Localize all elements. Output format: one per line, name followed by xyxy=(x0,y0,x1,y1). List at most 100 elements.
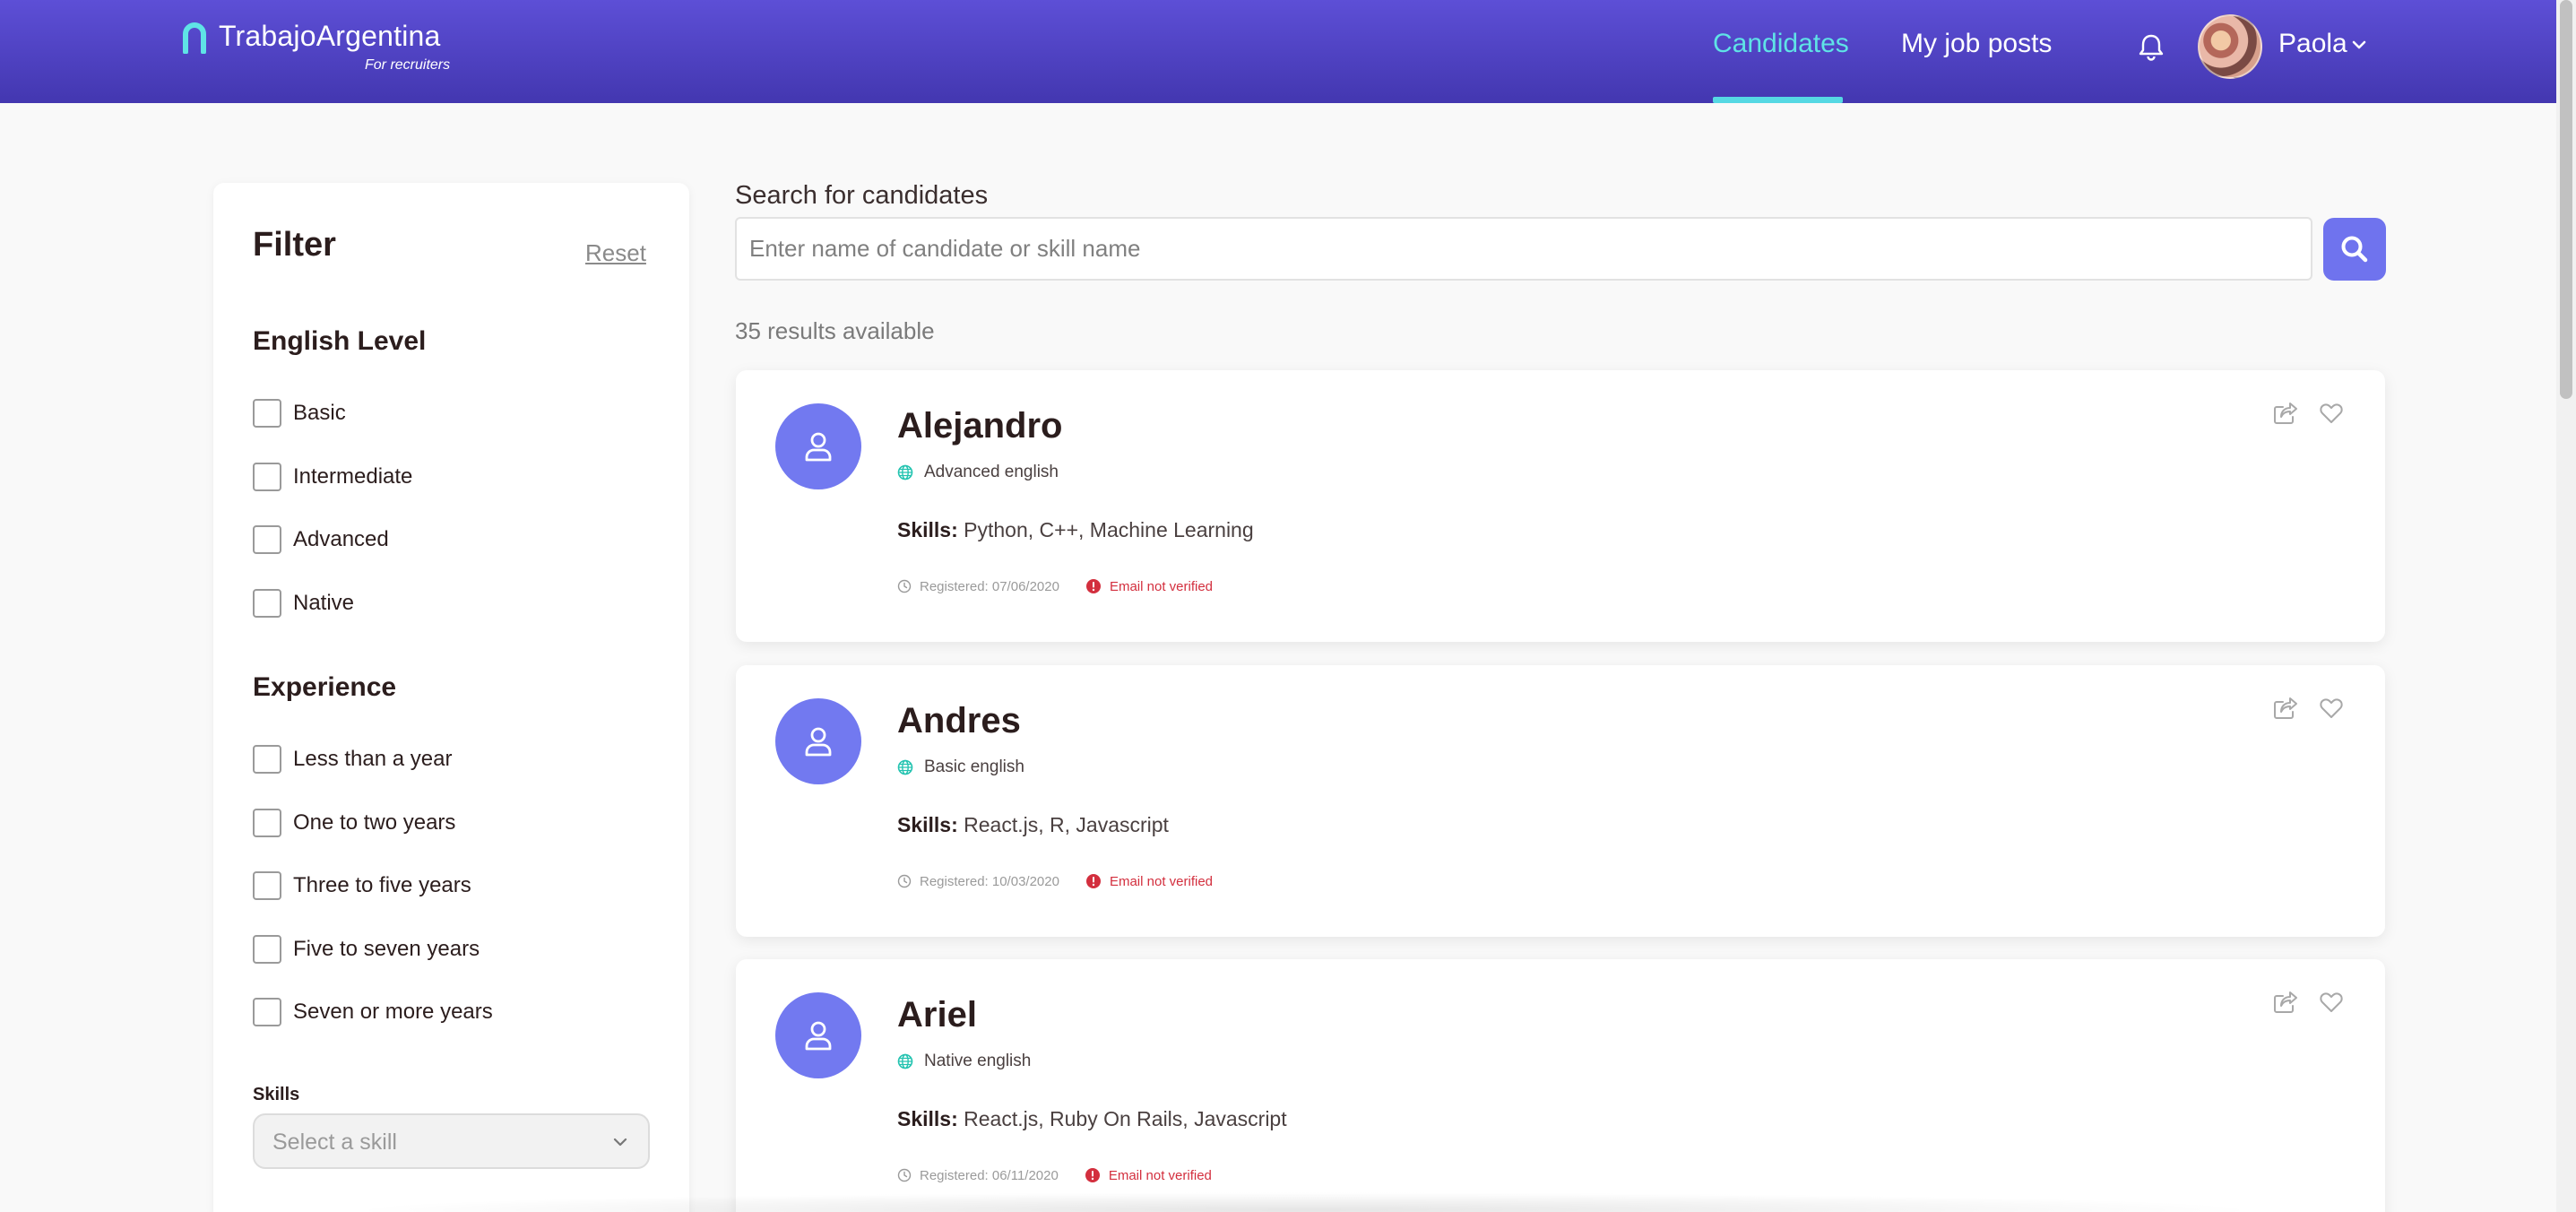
globe-icon xyxy=(897,1053,913,1069)
english-level-text: Basic english xyxy=(924,758,1024,776)
candidate-meta: Registered: 06/11/2020 Email not verifie… xyxy=(897,1165,1212,1185)
candidate-card[interactable]: Alejandro Advanced english Skills: Pytho… xyxy=(736,370,2385,642)
checkbox[interactable] xyxy=(253,745,281,774)
english-option-intermediate[interactable]: Intermediate xyxy=(253,462,412,492)
checkbox-label: Five to seven years xyxy=(293,937,480,961)
heart-icon[interactable] xyxy=(2319,991,2344,1014)
bottom-fade xyxy=(341,1192,2268,1212)
reset-filters-link[interactable]: Reset xyxy=(585,239,646,267)
english-option-basic[interactable]: Basic xyxy=(253,398,346,429)
chevron-down-icon xyxy=(613,1138,627,1147)
search-input[interactable] xyxy=(735,217,2312,281)
checkbox[interactable] xyxy=(253,589,281,618)
nav-candidates[interactable]: Candidates xyxy=(1713,29,1849,59)
checkbox-label: Intermediate xyxy=(293,464,413,489)
skills-label: Skills: xyxy=(897,518,958,541)
checkbox-label: Native xyxy=(293,591,355,615)
checkbox[interactable] xyxy=(253,935,281,964)
candidate-avatar xyxy=(775,403,861,489)
skills-list: Python, C++, Machine Learning xyxy=(964,518,1254,541)
chevron-down-icon[interactable] xyxy=(2350,39,2368,51)
clock-icon xyxy=(897,1168,912,1182)
english-option-native[interactable]: Native xyxy=(253,588,354,619)
nav-active-indicator xyxy=(1713,97,1843,103)
checkbox[interactable] xyxy=(253,809,281,837)
candidate-skills: Skills: React.js, R, Javascript xyxy=(897,813,1169,837)
candidate-name[interactable]: Ariel xyxy=(897,995,977,1035)
heart-icon[interactable] xyxy=(2319,697,2344,720)
skills-label: Skills: xyxy=(897,1107,958,1130)
checkbox[interactable] xyxy=(253,463,281,491)
experience-option-seven-or-more[interactable]: Seven or more years xyxy=(253,997,493,1027)
alert-icon xyxy=(1085,874,1101,888)
top-navigation-bar: TrabajoArgentina For recruiters Candidat… xyxy=(0,0,2556,103)
registered-date: Registered: 06/11/2020 xyxy=(920,1167,1059,1183)
skills-list: React.js, Ruby On Rails, Javascript xyxy=(964,1107,1287,1130)
experience-option-less-than-year[interactable]: Less than a year xyxy=(253,744,452,775)
english-option-advanced[interactable]: Advanced xyxy=(253,524,389,555)
english-level-title: English Level xyxy=(253,326,427,356)
checkbox-label: Advanced xyxy=(293,527,389,551)
checkbox[interactable] xyxy=(253,525,281,554)
search-button[interactable] xyxy=(2323,218,2386,281)
search-label: Search for candidates xyxy=(735,181,989,210)
checkbox[interactable] xyxy=(253,998,281,1026)
checkbox[interactable] xyxy=(253,871,281,900)
user-icon xyxy=(805,432,832,462)
brand-subtitle: For recruiters xyxy=(365,57,451,73)
search-icon xyxy=(2341,236,2368,263)
checkbox-label: Basic xyxy=(293,401,346,425)
checkbox-label: Less than a year xyxy=(293,747,453,771)
candidate-meta: Registered: 10/03/2020 Email not verifie… xyxy=(897,871,1213,891)
checkbox[interactable] xyxy=(253,399,281,428)
skills-select-placeholder: Select a skill xyxy=(272,1130,397,1155)
user-icon xyxy=(805,1021,832,1051)
skills-list: React.js, R, Javascript xyxy=(964,813,1169,836)
skills-label: Skills xyxy=(253,1085,300,1104)
checkbox-label: One to two years xyxy=(293,810,456,835)
candidate-card[interactable]: Ariel Native english Skills: React.js, R… xyxy=(736,959,2385,1212)
scrollbar-thumb[interactable] xyxy=(2560,0,2572,399)
logo-icon xyxy=(183,22,206,54)
candidate-avatar xyxy=(775,698,861,784)
alert-icon xyxy=(1085,1168,1100,1182)
checkbox-label: Seven or more years xyxy=(293,1000,493,1024)
user-avatar[interactable] xyxy=(2198,14,2262,79)
globe-icon xyxy=(897,464,913,480)
candidate-name[interactable]: Alejandro xyxy=(897,406,1062,446)
candidate-avatar xyxy=(775,992,861,1078)
skills-label: Skills: xyxy=(897,813,958,836)
candidate-card[interactable]: Andres Basic english Skills: React.js, R… xyxy=(736,665,2385,937)
experience-option-five-to-seven[interactable]: Five to seven years xyxy=(253,934,480,965)
clock-icon xyxy=(897,874,912,888)
heart-icon[interactable] xyxy=(2319,402,2344,425)
user-name[interactable]: Paola xyxy=(2278,29,2347,59)
email-status: Email not verified xyxy=(1109,873,1214,889)
experience-option-one-to-two[interactable]: One to two years xyxy=(253,808,455,838)
bell-icon[interactable] xyxy=(2136,31,2166,62)
skills-select[interactable]: Select a skill xyxy=(253,1113,650,1169)
checkbox-label: Three to five years xyxy=(293,873,471,897)
english-level-text: Native english xyxy=(924,1052,1032,1070)
candidate-meta: Registered: 07/06/2020 Email not verifie… xyxy=(897,576,1213,596)
brand-name: TrabajoArgentina xyxy=(219,20,441,52)
experience-option-three-to-five[interactable]: Three to five years xyxy=(253,870,471,901)
share-icon[interactable] xyxy=(2272,990,2299,1015)
candidate-skills: Skills: React.js, Ruby On Rails, Javascr… xyxy=(897,1107,1287,1131)
email-status: Email not verified xyxy=(1109,578,1214,594)
registered-date: Registered: 10/03/2020 xyxy=(920,873,1059,889)
candidate-name[interactable]: Andres xyxy=(897,701,1021,741)
english-level: Basic english xyxy=(897,757,1024,778)
share-icon[interactable] xyxy=(2272,401,2299,426)
experience-title: Experience xyxy=(253,672,397,702)
filter-title: Filter xyxy=(253,226,336,264)
english-level: Advanced english xyxy=(897,462,1059,483)
filter-panel: Filter Reset English Level Basic Interme… xyxy=(213,183,689,1212)
registered-date: Registered: 07/06/2020 xyxy=(920,578,1059,594)
english-level-text: Advanced english xyxy=(924,463,1059,481)
results-count: 35 results available xyxy=(735,317,935,344)
nav-my-job-posts[interactable]: My job posts xyxy=(1901,29,2052,59)
clock-icon xyxy=(897,579,912,593)
share-icon[interactable] xyxy=(2272,696,2299,721)
email-status: Email not verified xyxy=(1108,1167,1212,1183)
